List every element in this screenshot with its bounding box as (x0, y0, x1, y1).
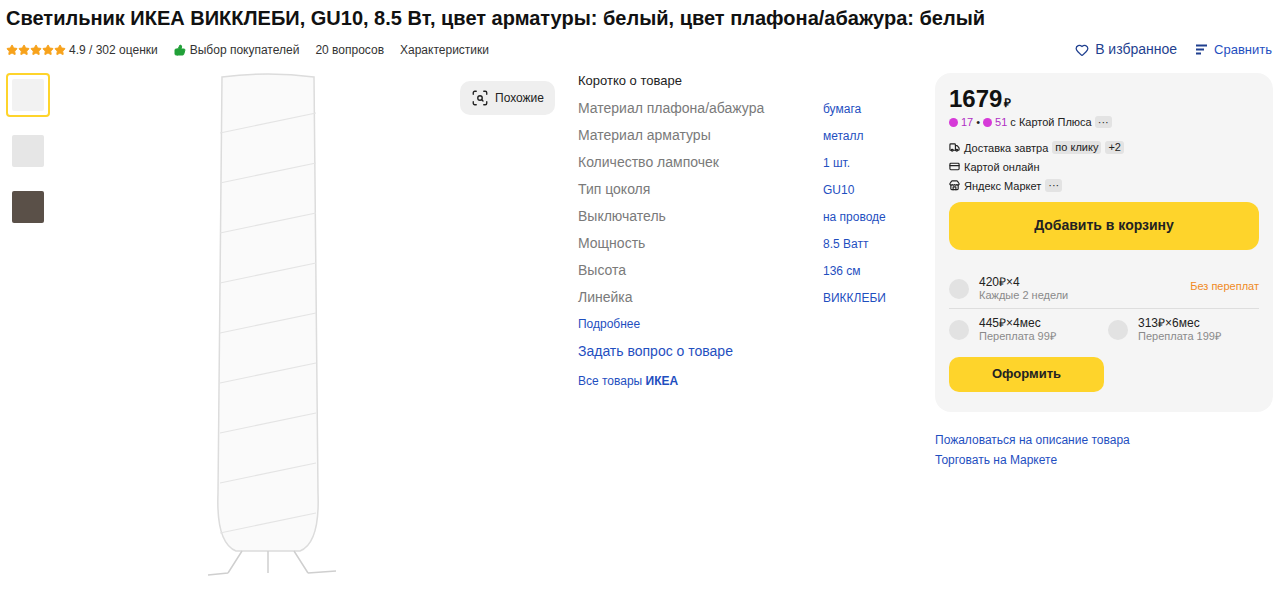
delivery-extra[interactable]: +2 (1105, 141, 1124, 154)
spec-value[interactable]: 1 шт. (823, 154, 850, 172)
spec-label: Выключатель (578, 206, 823, 227)
footer-link[interactable]: Пожаловаться на описание товара (935, 433, 1273, 448)
choice-badge: Выбор покупателей (190, 41, 300, 59)
image-area (50, 73, 450, 579)
ask-link[interactable]: Задать вопрос о товаре (578, 341, 898, 362)
star-icon (6, 44, 18, 56)
compare-icon (1195, 44, 1208, 55)
spec-value[interactable]: 136 см (823, 262, 861, 280)
plus-icon (949, 118, 958, 127)
installment-option[interactable]: 420₽×4Каждые 2 недели Без переплат (949, 276, 1259, 302)
similar-button[interactable]: Похожие (460, 81, 555, 115)
heart-icon (1075, 43, 1089, 57)
spec-label: Мощность (578, 233, 823, 254)
delivery-icon (949, 142, 960, 153)
spec-row: Тип цоколяGU10 (578, 176, 898, 203)
compare-button[interactable]: Сравнить (1195, 40, 1272, 60)
installment-amount: 420₽×4 (979, 276, 1068, 289)
delivery-row: Картой онлайн (949, 159, 1259, 175)
installment-note: Переплата 99₽ (979, 330, 1056, 343)
installments: 420₽×4Каждые 2 недели Без переплат 445₽×4м… (949, 276, 1259, 343)
spec-row: Мощность8.5 Ватт (578, 230, 898, 257)
spec-value[interactable]: 8.5 Ватт (823, 235, 868, 253)
spec-row: Количество лампочек1 шт. (578, 149, 898, 176)
spec-value[interactable]: на проводе (823, 208, 886, 226)
thumbnail[interactable] (6, 129, 50, 173)
spec-value[interactable]: бумага (823, 100, 861, 118)
spec-row: Материал арматурыметалл (578, 122, 898, 149)
installment-tag: Без переплат (1190, 278, 1259, 295)
radio[interactable] (1108, 320, 1128, 340)
spec-value[interactable]: GU10 (823, 181, 854, 199)
add-to-cart-button[interactable]: Добавить в корзину (949, 202, 1259, 250)
spec-label: Высота (578, 260, 823, 281)
rating-text[interactable]: 4.9 / 302 оценки (69, 41, 158, 59)
card-icon (949, 161, 960, 172)
delivery-row: Яндекс Маркет··· (949, 178, 1259, 194)
delivery-list: Доставка завтрапо клику+2Картой онлайнЯн… (949, 140, 1259, 194)
more-link[interactable]: Подробнее (578, 315, 898, 333)
spec-row: ЛинейкаВИККЛЕБИ (578, 284, 898, 311)
spec-row: Материал плафона/абажурабумага (578, 95, 898, 122)
offer-card: 1679₽17•51с Картой Плюса···Доставка завт… (935, 73, 1273, 412)
delivery-chip[interactable]: по клику (1052, 141, 1101, 154)
spec-label: Материал плафона/абажура (578, 98, 823, 119)
specs: Коротко о товаре Материал плафона/абажура… (578, 73, 898, 390)
spec-label: Линейка (578, 287, 823, 308)
specs-heading: Коротко о товаре (578, 73, 898, 89)
radio[interactable] (949, 320, 969, 340)
rating-row: 4.9 / 302 оценки Выбор покупателей 20 вопр… (6, 39, 1274, 60)
price: 1679₽ (949, 85, 1259, 113)
star-icon (54, 44, 66, 56)
brand-link[interactable]: Все товары ИКЕА (578, 372, 898, 390)
spec-row: Высота136 см (578, 257, 898, 284)
installment-amount: 445₽×4мес (979, 317, 1056, 330)
cashback-row: 17•51с Картой Плюса··· (949, 114, 1259, 131)
main-area: Похожие Коротко о товаре Материал плафона/… (6, 73, 1274, 579)
spec-row: Выключательна проводе (578, 203, 898, 230)
product-title: Светильник ИКЕА ВИККЛЕБИ, GU10, 8.5 Вт, … (6, 5, 1274, 31)
footer-link[interactable]: Торговать на Маркете (935, 453, 1273, 468)
spec-label: Тип цоколя (578, 179, 823, 200)
spec-value[interactable]: ВИККЛЕБИ (823, 289, 886, 307)
info-chip[interactable]: ··· (1095, 116, 1112, 128)
product-page: Светильник ИКЕА ВИККЛЕБИ, GU10, 8.5 Вт, … (0, 0, 1280, 596)
thumbnails (6, 73, 50, 229)
header-link[interactable]: 20 вопросов (315, 41, 384, 59)
installment-note: Каждые 2 недели (979, 289, 1068, 302)
thumbs-up-icon (174, 44, 186, 56)
spec-label: Количество лампочек (578, 152, 823, 173)
favorite-button[interactable]: В избранное (1075, 39, 1177, 60)
installment-option[interactable]: 445₽×4месПереплата 99₽ (949, 317, 1100, 343)
star-icon (30, 44, 42, 56)
thumbnail[interactable] (6, 185, 50, 229)
spec-value[interactable]: металл (823, 127, 864, 145)
product-image (168, 73, 368, 579)
checkout-button[interactable]: Оформить (949, 357, 1104, 392)
plus-icon (983, 118, 992, 127)
star-icon (42, 44, 54, 56)
radio[interactable] (949, 279, 969, 299)
installment-option[interactable]: 313₽×6месПереплата 199₽ (1108, 317, 1259, 343)
installment-note: Переплата 199₽ (1138, 330, 1221, 343)
footer-links: Пожаловаться на описание товара Торговать… (935, 433, 1273, 468)
stars (6, 44, 66, 56)
thumbnail[interactable] (6, 73, 50, 117)
header-link[interactable]: Характеристики (400, 41, 489, 59)
installment-amount: 313₽×6мес (1138, 317, 1221, 330)
star-icon (18, 44, 30, 56)
scan-icon (471, 89, 489, 107)
store-icon (949, 180, 960, 191)
spec-label: Материал арматуры (578, 125, 823, 146)
delivery-chip[interactable]: ··· (1045, 179, 1062, 192)
delivery-row: Доставка завтрапо клику+2 (949, 140, 1259, 156)
